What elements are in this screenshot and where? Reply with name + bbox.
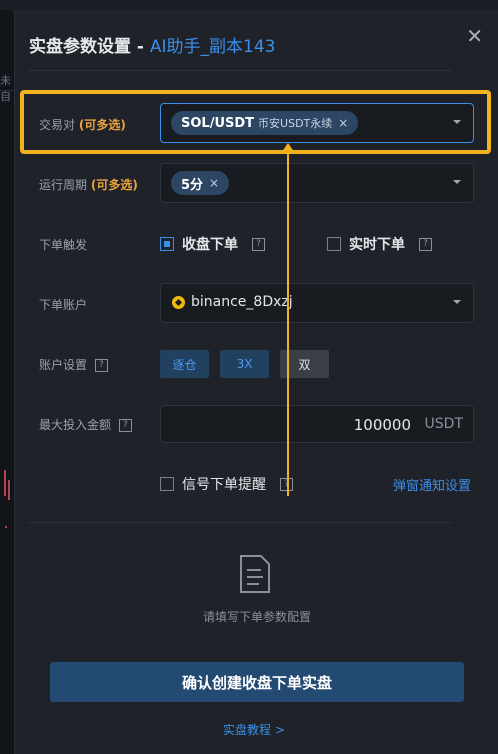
max-amount-value: 100000 xyxy=(353,416,411,434)
realtime-order-option[interactable]: 实时下单 ? xyxy=(327,234,432,254)
modal-title-text: 实盘参数设置 - xyxy=(29,37,150,57)
trading-pair-label: 交易对 (可多选) xyxy=(39,116,126,133)
close-order-option[interactable]: 收盘下单 ? xyxy=(160,234,265,254)
trading-pair-symbol: SOL/USDT xyxy=(181,115,255,131)
trading-pair-label-text: 交易对 xyxy=(39,118,76,132)
arrow-line xyxy=(287,150,289,496)
tutorial-link[interactable]: 实盘教程 > xyxy=(223,721,285,738)
trigger-label: 下单触发 xyxy=(39,238,88,252)
popup-notification-settings-link[interactable]: 弹窗通知设置 xyxy=(393,475,471,494)
trading-pair-select[interactable]: SOL/USDT 币安USDT永续 × xyxy=(160,103,474,143)
background-app-header xyxy=(0,0,498,10)
close-icon[interactable]: ✕ xyxy=(466,24,483,48)
background-app-strip: 未自 xyxy=(0,10,14,754)
max-amount-input[interactable]: 100000 USDT xyxy=(160,405,474,443)
remove-tag-icon[interactable]: × xyxy=(209,176,219,190)
period-tag-value: 5分 xyxy=(181,177,204,193)
account-select[interactable]: binance_8Dxzj xyxy=(160,283,474,323)
confirm-create-button[interactable]: 确认创建收盘下单实盘 xyxy=(50,662,464,702)
signal-alert-label: 信号下单提醒 xyxy=(182,477,266,493)
margin-mode-button[interactable]: 逐仓 xyxy=(160,350,209,378)
account-label: 下单账户 xyxy=(39,298,88,312)
period-tag: 5分 × xyxy=(171,171,230,195)
background-divider xyxy=(0,90,14,91)
trading-pair-multi-hint: (可多选) xyxy=(78,118,126,132)
chevron-down-icon xyxy=(453,300,461,304)
modal-title: 实盘参数设置 - AI助手_副本143 xyxy=(29,32,276,57)
background-candle xyxy=(5,526,7,528)
max-amount-unit: USDT xyxy=(424,416,463,432)
account-settings-label: 账户设置 ? xyxy=(39,356,108,373)
trading-pair-tag: SOL/USDT 币安USDT永续 × xyxy=(171,111,359,135)
background-candle xyxy=(4,470,6,496)
help-icon[interactable]: ? xyxy=(118,419,132,432)
help-icon[interactable]: ? xyxy=(94,359,108,372)
help-icon[interactable]: ? xyxy=(252,237,265,251)
help-icon[interactable]: ? xyxy=(419,237,432,251)
period-label-text: 运行周期 xyxy=(39,178,88,192)
period-multi-hint: (可多选) xyxy=(90,178,138,192)
chevron-down-icon xyxy=(453,180,461,184)
section-divider xyxy=(29,522,451,523)
empty-state-text: 请填写下单参数配置 xyxy=(202,610,311,624)
chevron-down-icon xyxy=(453,120,461,124)
header-divider xyxy=(29,70,451,71)
background-fragment-text: 未自 xyxy=(0,74,11,103)
signal-alert-option[interactable]: 信号下单提醒 ? xyxy=(160,474,293,494)
max-amount-label: 最大投入金额 ? xyxy=(39,416,132,433)
close-order-label: 收盘下单 xyxy=(182,237,238,253)
leverage-button[interactable]: 3X xyxy=(220,350,269,378)
period-select[interactable]: 5分 × xyxy=(160,163,474,203)
close-order-checkbox[interactable] xyxy=(160,237,174,251)
realtime-order-label: 实时下单 xyxy=(349,237,405,253)
max-amount-label-text: 最大投入金额 xyxy=(39,418,112,432)
document-icon xyxy=(240,555,270,593)
arrow-up-icon xyxy=(281,143,295,153)
background-candle xyxy=(8,480,10,500)
modal-title-strategy-name: AI助手_副本143 xyxy=(149,37,276,57)
trading-pair-exchange: 币安USDT永续 xyxy=(258,117,333,130)
account-settings-label-text: 账户设置 xyxy=(39,358,88,372)
live-trading-settings-modal: 实盘参数设置 - AI助手_副本143 ✕ 交易对 (可多选) SOL/USDT… xyxy=(14,10,498,754)
realtime-order-checkbox[interactable] xyxy=(327,237,341,251)
signal-alert-checkbox[interactable] xyxy=(160,477,174,491)
remove-tag-icon[interactable]: × xyxy=(338,116,348,130)
account-value: binance_8Dxzj xyxy=(191,294,293,310)
period-label: 运行周期 (可多选) xyxy=(39,176,138,193)
binance-icon xyxy=(172,296,185,309)
